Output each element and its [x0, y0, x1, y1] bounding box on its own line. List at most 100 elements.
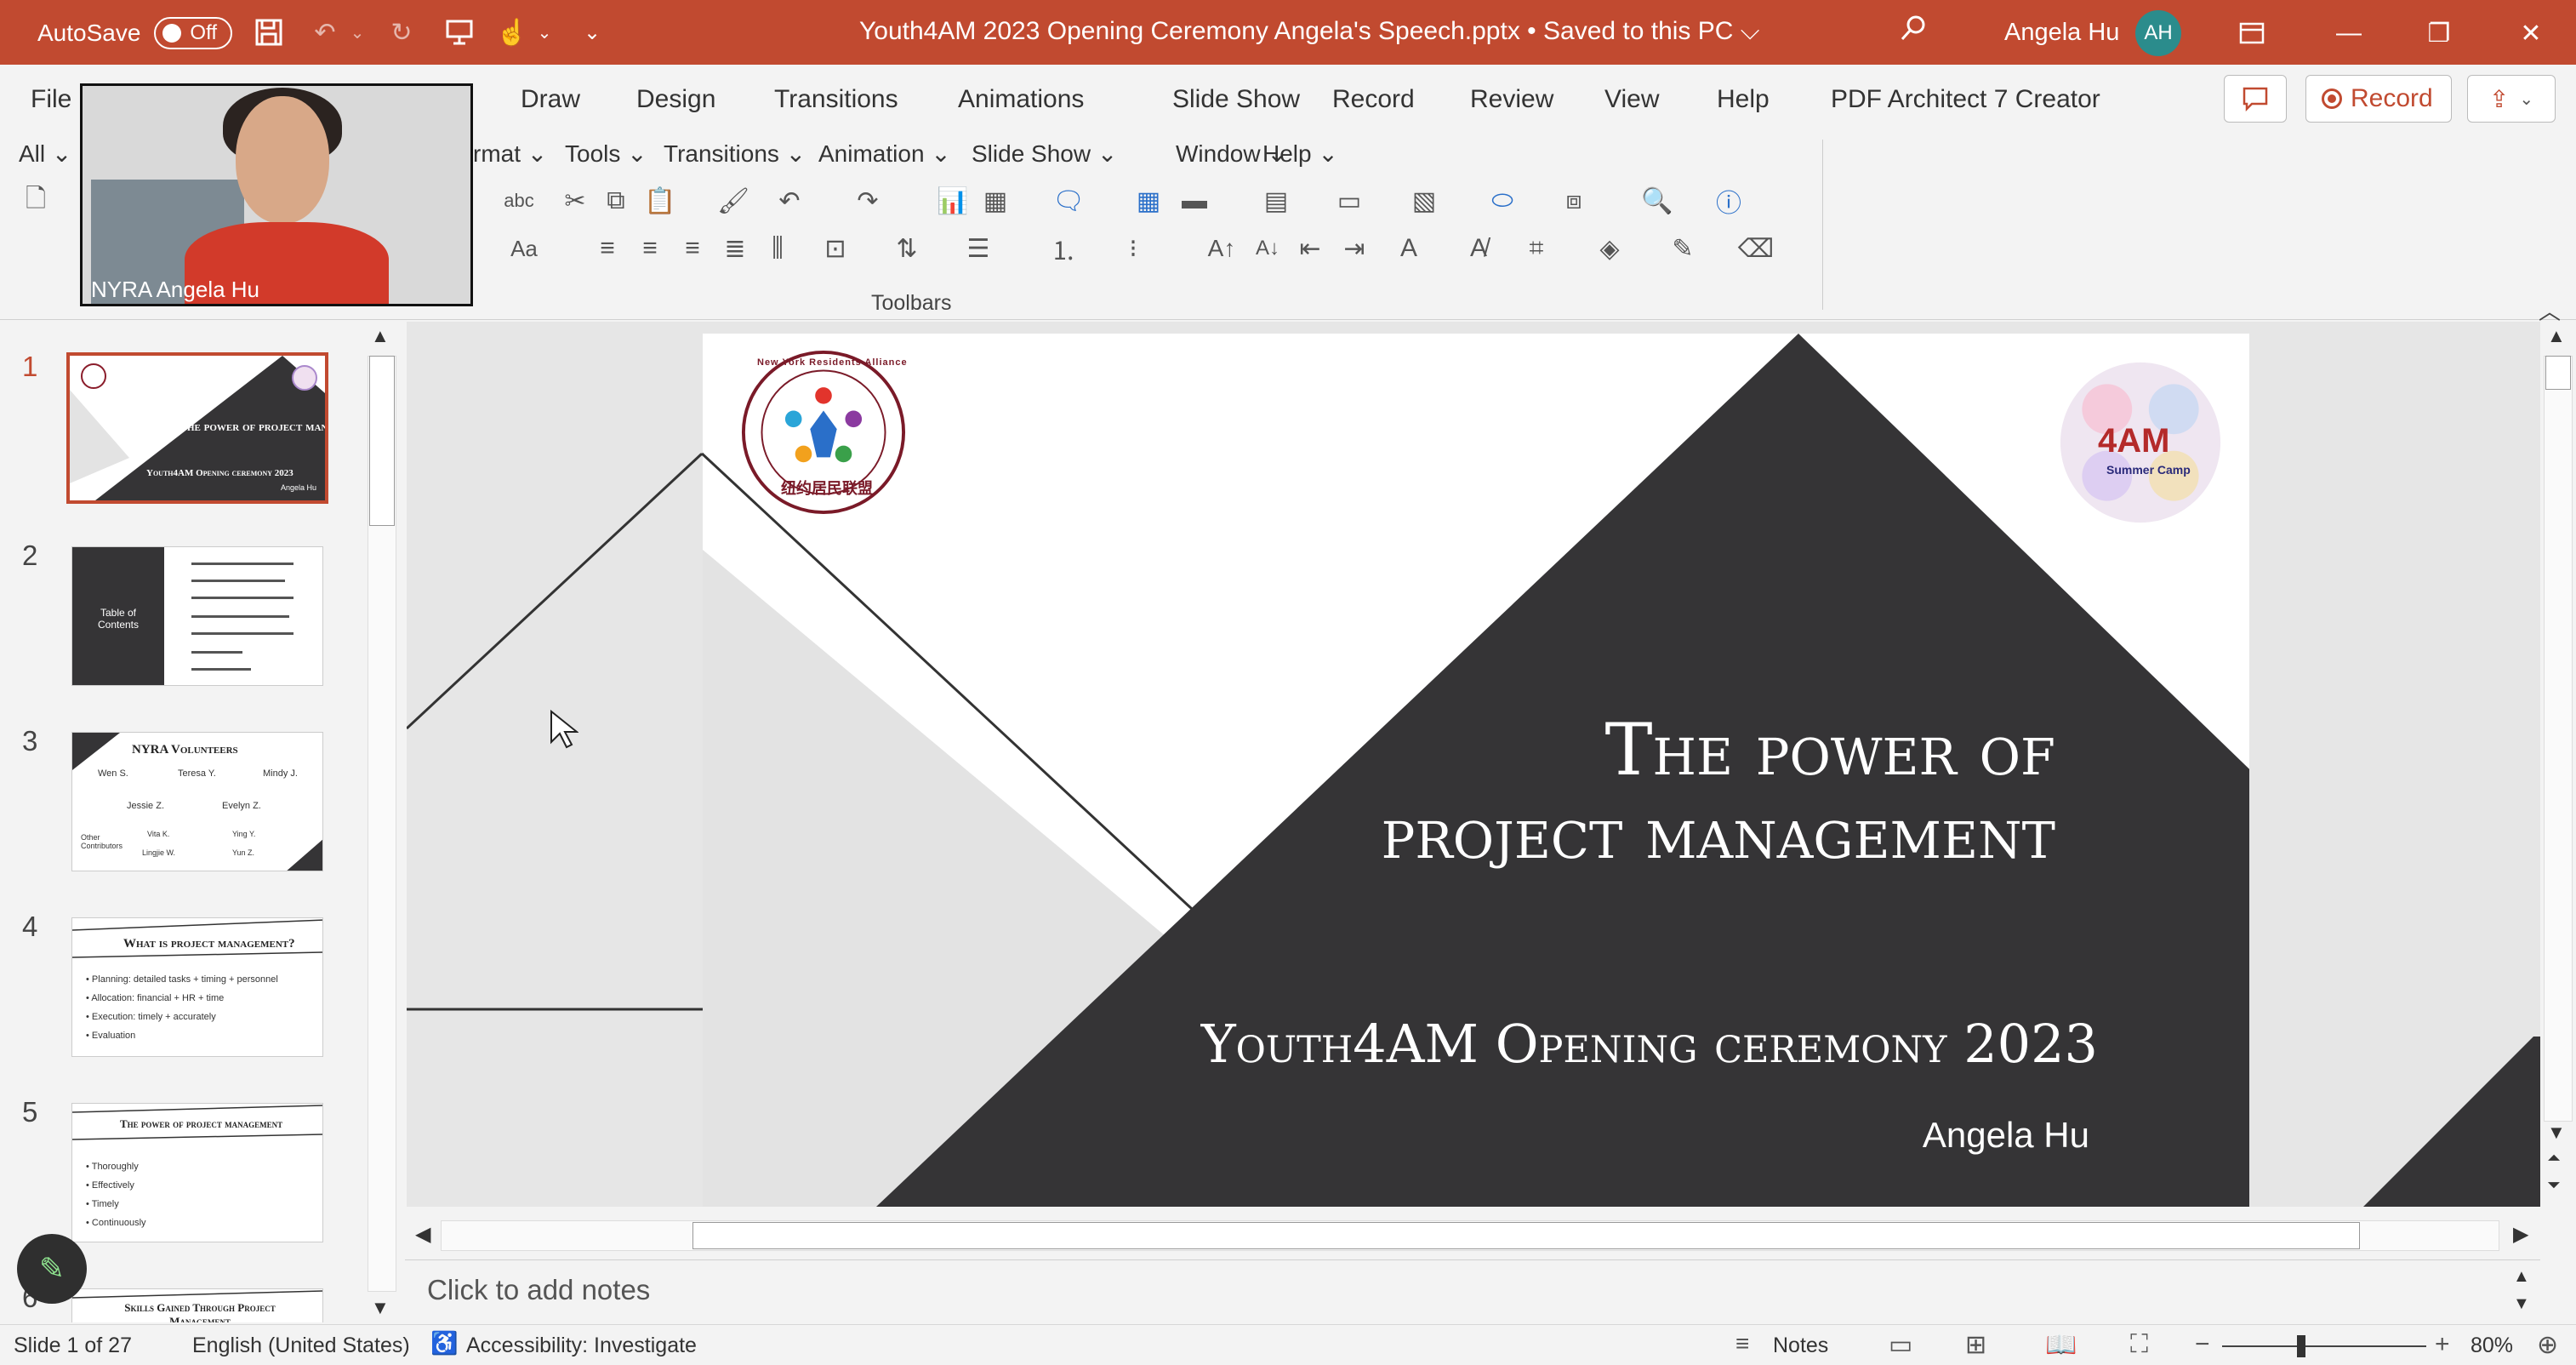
justify-icon[interactable]: ≣	[718, 231, 752, 266]
menu-tools[interactable]: Tools ⌄	[565, 140, 647, 168]
zoom-level[interactable]: 80%	[2471, 1334, 2513, 1358]
menu-format[interactable]: rmat ⌄	[473, 140, 547, 168]
shapes-icon[interactable]: ⬭	[1485, 184, 1519, 218]
slide-title[interactable]: The power of project management	[1128, 708, 2055, 875]
slide-vertical-scrollbar[interactable]: ▲ ▼ ⏶ ⏷	[2540, 322, 2576, 1207]
share-button[interactable]: ⇪ ⌄	[2467, 75, 2556, 123]
restore-icon[interactable]: ❐	[2418, 12, 2460, 54]
slide-author[interactable]: Angela Hu	[1911, 1115, 2089, 1156]
current-slide[interactable]: 纽约居民联盟 New York Residents Alliance 4AM S…	[703, 334, 2249, 1207]
scroll-up-icon[interactable]: ▲	[2547, 325, 2566, 347]
zoom-slider-thumb[interactable]	[2297, 1335, 2305, 1357]
find-icon[interactable]: 🔍	[1640, 184, 1674, 218]
undo-toolbar-icon[interactable]: ↶	[772, 184, 806, 218]
scroll-right-icon[interactable]: ▶	[2513, 1222, 2528, 1247]
present-icon[interactable]	[442, 15, 476, 49]
fill-color-icon[interactable]: ◈	[1593, 231, 1627, 266]
scroll-thumb[interactable]	[692, 1222, 2360, 1249]
ribbon-display-icon[interactable]	[2231, 12, 2273, 54]
slide-subtitle[interactable]: Youth4AM Opening ceremony 2023	[1043, 1013, 2098, 1075]
menu-transitions[interactable]: Transitions ⌄	[664, 140, 806, 168]
layout-icon[interactable]: ▬	[1177, 184, 1211, 218]
eraser-icon[interactable]: ⌫	[1738, 231, 1774, 266]
arrange-icon[interactable]: ▧	[1407, 184, 1441, 218]
tab-design[interactable]: Design	[636, 85, 715, 114]
notes-scroll-up-icon[interactable]: ▲	[2513, 1267, 2530, 1287]
menu-animation[interactable]: Animation ⌄	[818, 140, 951, 168]
new-file-icon[interactable]: 🗋	[19, 184, 53, 218]
copy-icon[interactable]: ⧉	[599, 184, 633, 218]
accessibility-status[interactable]: Accessibility: Investigate	[466, 1334, 697, 1358]
increase-indent-icon[interactable]: ⇥	[1337, 231, 1371, 266]
notes-scroll-down-icon[interactable]: ▼	[2513, 1294, 2530, 1314]
previous-slide-icon[interactable]: ⏶	[2547, 1149, 2561, 1168]
notes-icon[interactable]: ≡	[1735, 1330, 1749, 1357]
cut-icon[interactable]: ✂	[558, 184, 592, 218]
minimize-icon[interactable]: —	[2328, 12, 2370, 54]
chart-icon[interactable]: 📊	[936, 184, 970, 218]
touch-mode-icon[interactable]: ☝	[495, 15, 529, 49]
close-icon[interactable]: ✕	[2510, 12, 2552, 54]
zoom-in-icon[interactable]: +	[2435, 1330, 2450, 1359]
document-title[interactable]: Youth4AM 2023 Opening Ceremony Angela's …	[859, 17, 1760, 46]
slide-show-icon[interactable]: ⛶	[2130, 1330, 2148, 1359]
menu-slide-show[interactable]: Slide Show ⌄	[972, 140, 1117, 168]
text-box-icon[interactable]: ⊡	[818, 231, 852, 266]
grid-icon[interactable]: ▦	[1131, 184, 1165, 218]
thumbnail-slide-3[interactable]: NYRA Volunteers Wen S. Teresa Y. Mindy J…	[71, 732, 323, 871]
notes-button[interactable]: Notes	[1773, 1334, 1828, 1358]
section-icon[interactable]: ▭	[1332, 184, 1366, 218]
customize-toolbar-icon[interactable]: ⌄	[575, 15, 609, 49]
align-right-icon[interactable]: ≡	[675, 231, 710, 266]
notes-pane[interactable]: Click to add notes ▲ ▼	[405, 1259, 2540, 1321]
accessibility-icon[interactable]: ♿	[430, 1330, 458, 1356]
user-avatar[interactable]: AH	[2135, 10, 2181, 56]
thumbnail-slide-1[interactable]: The power of project management Youth4AM…	[66, 352, 328, 504]
tab-view[interactable]: View	[1604, 85, 1659, 114]
crop-icon[interactable]: ⌗	[1519, 231, 1553, 266]
help-icon[interactable]: ⓘ	[1712, 184, 1746, 218]
scroll-down-icon[interactable]: ▼	[2547, 1122, 2566, 1144]
menu-all[interactable]: All ⌄	[19, 140, 71, 168]
slide-counter[interactable]: Slide 1 of 27	[14, 1334, 132, 1358]
numbering-icon[interactable]: ⒈	[1046, 231, 1080, 266]
scroll-thumb[interactable]	[369, 356, 395, 526]
tab-animations[interactable]: Animations	[958, 85, 1084, 114]
autosave-toggle[interactable]: Off	[154, 17, 233, 49]
normal-view-icon[interactable]: ▭	[1889, 1330, 1912, 1360]
bullets-icon[interactable]: ⁝	[1116, 231, 1150, 266]
group-icon[interactable]: ⧈	[1557, 184, 1591, 218]
text-direction-icon[interactable]: ⇅	[890, 231, 924, 266]
scroll-thumb[interactable]	[2545, 356, 2571, 390]
user-name[interactable]: Angela Hu	[2004, 19, 2119, 47]
line-color-icon[interactable]: ✎	[1666, 231, 1700, 266]
tab-transitions[interactable]: Transitions	[774, 85, 898, 114]
spelling-icon[interactable]: abc	[502, 184, 536, 218]
language-indicator[interactable]: English (United States)	[192, 1334, 410, 1358]
align-left-icon[interactable]: ≡	[590, 231, 624, 266]
align-center-icon[interactable]: ≡	[633, 231, 667, 266]
redo-toolbar-icon[interactable]: ↷	[851, 184, 885, 218]
redo-icon[interactable]: ↻	[385, 15, 419, 49]
comment-insert-icon[interactable]: 🗨	[1051, 184, 1086, 218]
font-color-icon[interactable]: A	[1392, 231, 1426, 266]
scroll-down-icon[interactable]: ▼	[371, 1297, 390, 1319]
undo-dropdown-icon[interactable]: ⌄	[340, 15, 374, 49]
columns-icon[interactable]: ⫼	[761, 231, 795, 266]
decrease-font-icon[interactable]: A↓	[1251, 231, 1285, 266]
thumbnail-slide-2[interactable]: Table of Contents	[71, 546, 323, 686]
pen-tool-button[interactable]: ✎	[17, 1234, 87, 1304]
tab-review[interactable]: Review	[1470, 85, 1553, 114]
scroll-track[interactable]	[2544, 356, 2573, 1122]
tab-draw[interactable]: Draw	[521, 85, 580, 114]
tab-pdf-architect[interactable]: PDF Architect 7 Creator	[1831, 85, 2100, 114]
search-icon[interactable]	[1899, 14, 1928, 50]
notes-placeholder[interactable]: Click to add notes	[427, 1274, 650, 1306]
increase-font-icon[interactable]: A↑	[1205, 231, 1239, 266]
scroll-left-icon[interactable]: ◀	[415, 1222, 430, 1247]
tab-file[interactable]: File	[31, 85, 71, 114]
record-button[interactable]: Record	[2305, 75, 2452, 123]
clear-format-icon[interactable]: A̸	[1462, 231, 1496, 266]
reading-view-icon[interactable]: 📖	[2045, 1330, 2077, 1360]
zoom-out-icon[interactable]: −	[2195, 1330, 2210, 1359]
